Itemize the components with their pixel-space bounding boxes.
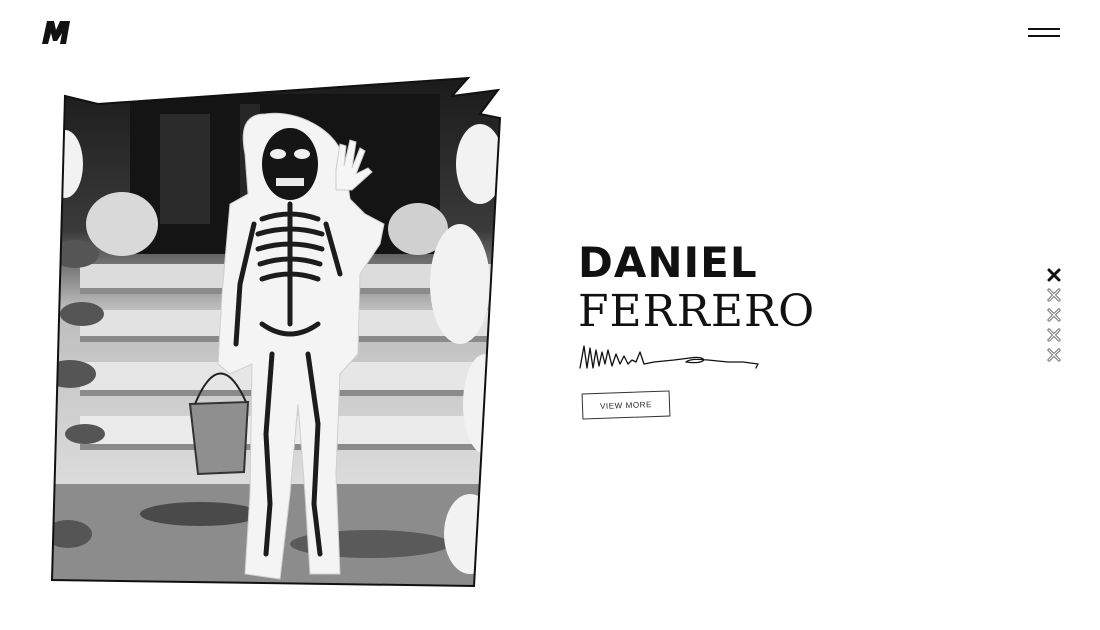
hamburger-menu-icon[interactable]: [1028, 24, 1062, 42]
last-name: FERRERO: [578, 286, 816, 337]
slide-5-x-icon[interactable]: [1047, 348, 1061, 362]
signature-icon: [579, 345, 759, 369]
m-logo-icon[interactable]: [40, 19, 72, 45]
slide-2-x-icon[interactable]: [1047, 288, 1061, 302]
first-name: DANIEL: [578, 238, 758, 287]
slide-1-active-x-icon[interactable]: [1047, 268, 1061, 282]
slider-pagination: [1047, 268, 1063, 368]
slide-4-x-icon[interactable]: [1047, 328, 1061, 342]
slide-3-x-icon[interactable]: [1047, 308, 1061, 322]
hero-photo: [50, 76, 502, 588]
view-more-button[interactable]: VIEW MORE: [581, 390, 671, 420]
hero-name: DANIEL FERRERO: [578, 238, 815, 336]
